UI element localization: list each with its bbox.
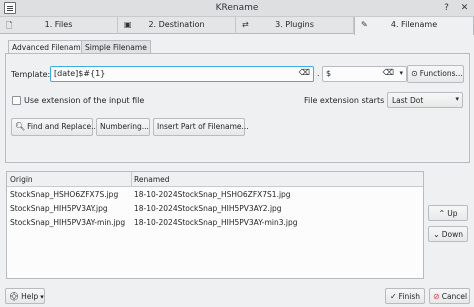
- tab-plugins-label: 3. Plugins: [275, 20, 314, 29]
- tab-files-label: 1. Files: [44, 20, 73, 29]
- extension-starts-label: File extension starts at:: [304, 96, 398, 105]
- table-row[interactable]: StockSnap_HSHO6ZFX7S.jpg 18-10-2024Stock…: [7, 189, 423, 201]
- chevron-down-icon: ▾: [40, 293, 44, 301]
- renamed-cell: 18-10-2024StockSnap_HSHO6ZFX7S1.jpg: [134, 190, 291, 199]
- use-extension-label: Use extension of the input file: [24, 96, 145, 105]
- tab-destination-label: 2. Destination: [148, 20, 205, 29]
- tab-simple-filename[interactable]: Simple Filename: [81, 40, 151, 54]
- move-down-button[interactable]: ⌄ Down: [428, 226, 468, 242]
- extension-template-value: $: [326, 69, 332, 78]
- window-title: KRename: [215, 3, 259, 13]
- chevron-down-icon[interactable]: ▾: [399, 69, 403, 77]
- origin-cell: StockSnap_HSHO6ZFX7S.jpg: [10, 190, 119, 199]
- tab-filename-label: 4. Filename: [390, 20, 438, 29]
- check-icon: ✓: [389, 292, 397, 301]
- functions-button[interactable]: ⊙ Functions...: [407, 65, 464, 83]
- table-header: Origin Renamed: [7, 172, 423, 187]
- help-icon: 🛟︎: [9, 292, 20, 301]
- tab-files[interactable]: 🗋 1. Files: [0, 17, 118, 34]
- close-icon[interactable]: ✕: [459, 3, 470, 14]
- template-input[interactable]: [date]$#{1} ⌫: [50, 66, 314, 82]
- origin-cell: StockSnap_HIH5PV3AY-min.jpg: [10, 218, 126, 227]
- use-extension-checkbox[interactable]: [12, 96, 21, 105]
- cancel-label: Cancel: [441, 292, 468, 301]
- help-icon[interactable]: ?: [441, 3, 452, 14]
- column-divider: [131, 172, 132, 187]
- extension-template-input[interactable]: $ ⌫ ▾: [322, 66, 407, 82]
- renamed-cell: 18-10-2024StockSnap_HIH5PV3AY2.jpg: [134, 204, 282, 213]
- finish-label: Finish: [398, 292, 421, 301]
- numbering-button[interactable]: Numbering...: [96, 118, 150, 136]
- functions-label: Functions...: [419, 69, 463, 78]
- table-row[interactable]: StockSnap_HIH5PV3AY.jpg 18-10-2024StockS…: [7, 203, 423, 215]
- extension-starts-value: Last Dot: [392, 96, 424, 105]
- title-bar: KRename ? ✕: [0, 0, 474, 17]
- preview-table[interactable]: Origin Renamed StockSnap_HSHO6ZFX7S.jpg …: [6, 171, 424, 279]
- extension-separator: .: [317, 69, 320, 78]
- table-row[interactable]: StockSnap_HIH5PV3AY-min.jpg 18-10-2024St…: [7, 217, 423, 229]
- move-down-label: Down: [441, 230, 463, 239]
- clear-template-icon[interactable]: ⌫: [299, 68, 310, 77]
- step-tabs: 🗋 1. Files ▣ 2. Destination ⇄ 3. Plugins…: [0, 17, 474, 35]
- finish-button[interactable]: ✓ Finish: [385, 288, 425, 304]
- functions-icon: ⊙: [411, 69, 418, 78]
- help-label: Help: [21, 292, 39, 301]
- template-label: Template:: [11, 70, 51, 79]
- column-renamed[interactable]: Renamed: [134, 175, 170, 184]
- find-replace-button[interactable]: 🔍︎ Find and Replace...: [11, 118, 98, 136]
- arrow-up-icon: ⌃: [438, 209, 446, 218]
- tab-plugins[interactable]: ⇄ 3. Plugins: [236, 17, 354, 34]
- renamed-cell: 18-10-2024StockSnap_HIH5PV3AY-min3.jpg: [134, 218, 298, 227]
- numbering-label: Numbering...: [100, 122, 149, 131]
- column-origin[interactable]: Origin: [10, 175, 33, 184]
- find-replace-label: Find and Replace...: [27, 122, 99, 131]
- tab-destination[interactable]: ▣ 2. Destination: [118, 17, 236, 34]
- insert-part-button[interactable]: Insert Part of Filename...: [153, 118, 249, 136]
- arrow-down-icon: ⌄: [433, 230, 440, 239]
- extension-starts-select[interactable]: Last Dot ▾: [387, 92, 463, 108]
- clear-extension-icon[interactable]: ⌫: [383, 68, 394, 77]
- advanced-filename-panel: Template: [date]$#{1} ⌫ . $ ⌫ ▾ ⊙ Functio…: [5, 53, 470, 163]
- help-button[interactable]: 🛟︎ Help ▾: [5, 288, 45, 304]
- chevron-down-icon: ▾: [455, 95, 459, 103]
- template-value: [date]$#{1}: [54, 69, 106, 78]
- cancel-button[interactable]: ⊘ Cancel: [429, 288, 470, 304]
- tab-filename[interactable]: ✎ 4. Filename: [354, 17, 474, 35]
- origin-cell: StockSnap_HIH5PV3AY.jpg: [10, 204, 108, 213]
- move-up-button[interactable]: ⌃ Up: [428, 205, 468, 221]
- cancel-icon: ⊘: [433, 292, 440, 301]
- insert-part-label: Insert Part of Filename...: [157, 122, 249, 131]
- move-up-label: Up: [447, 209, 458, 218]
- search-icon: 🔍︎: [15, 122, 26, 131]
